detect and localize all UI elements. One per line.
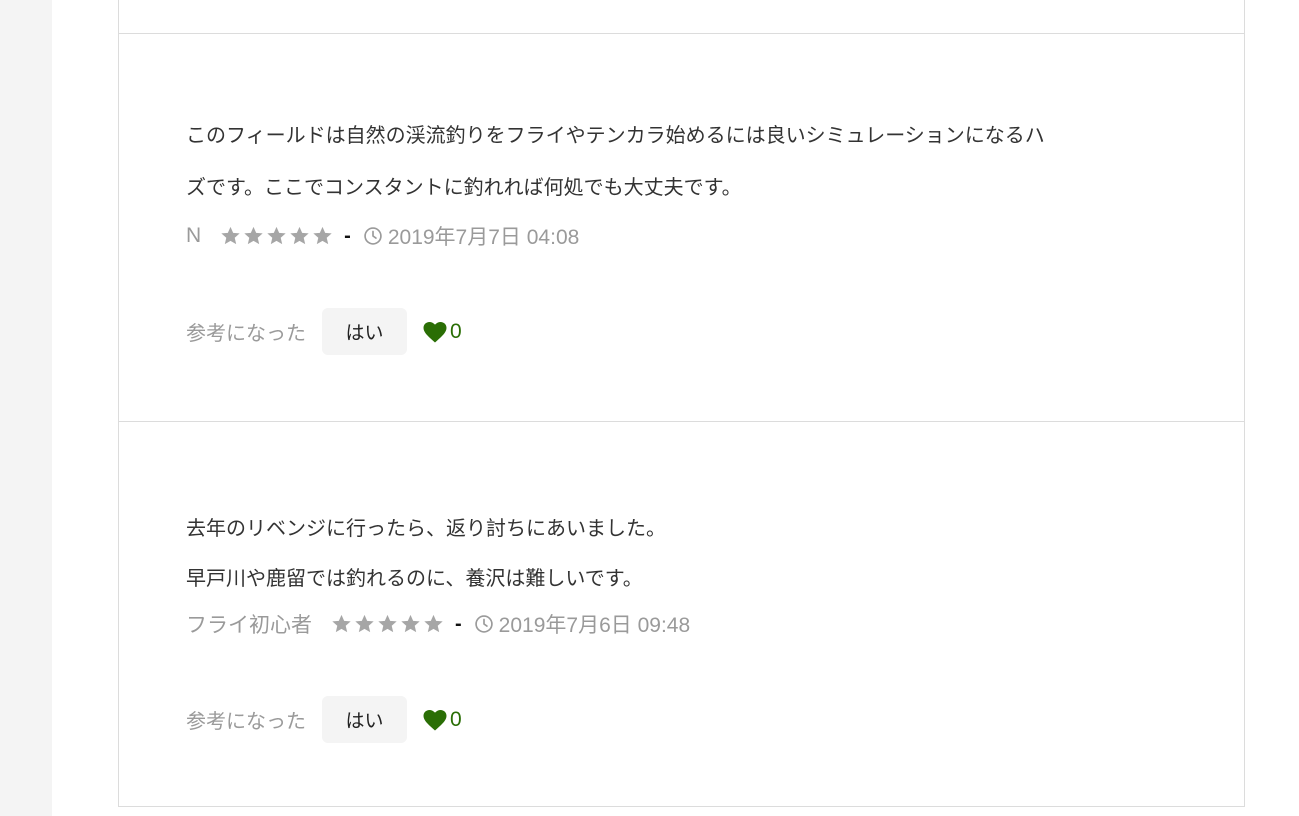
helpful-yes-button[interactable]: はい [322,696,407,743]
review-body-line: ズです。ここでコンスタントに釣れれば何処でも大丈夫です。 [186,175,742,199]
helpful-yes-button[interactable]: はい [322,308,407,355]
left-gutter [0,0,52,816]
star-icon [399,613,422,635]
review-date: 2019年7月7日 04:08 [387,226,580,249]
review-author: フライ初心者 [186,614,312,637]
review-item: 去年のリベンジに行ったら、返り討ちにあいました。 早戸川や鹿留では釣れるのに、養… [119,421,1244,808]
review-body: このフィールドは自然の渓流釣りをフライやテンカラ始めるには良いシミュレーションに… [186,109,1186,213]
star-rating [330,613,445,635]
star-rating [219,225,334,247]
review-list: このフィールドは自然の渓流釣りをフライやテンカラ始めるには良いシミュレーションに… [118,0,1245,807]
review-meta: N - 2019年7月7日 04:08 [186,221,579,251]
helpful-row: 参考になった はい 0 [186,308,462,355]
review-body-line: 早戸川や鹿留では釣れるのに、養沢は難しいです。 [186,566,643,590]
previous-review-tail [119,0,1244,34]
review-meta: フライ初心者 - 2019年7月6日 09:48 [186,609,690,639]
clock-icon [363,226,383,246]
like-count: 0 [450,707,462,731]
star-icon [422,613,445,635]
heart-icon [423,709,447,731]
star-icon [288,225,311,247]
review-body: 去年のリベンジに行ったら、返り討ちにあいました。 早戸川や鹿留では釣れるのに、養… [186,503,1186,603]
helpful-label: 参考になった [186,321,306,345]
star-icon [219,225,242,247]
review-author: N [186,224,202,247]
like-count: 0 [450,319,462,343]
star-icon [330,613,353,635]
heart-icon [423,321,447,343]
meta-separator: - [455,612,462,635]
review-body-line: このフィールドは自然の渓流釣りをフライやテンカラ始めるには良いシミュレーションに… [186,123,1045,147]
clock-icon [474,614,494,634]
star-icon [376,613,399,635]
helpful-label: 参考になった [186,709,306,733]
star-icon [353,613,376,635]
review-item: このフィールドは自然の渓流釣りをフライやテンカラ始めるには良いシミュレーションに… [119,34,1244,421]
meta-separator: - [344,224,351,247]
star-icon [311,225,334,247]
star-icon [265,225,288,247]
helpful-row: 参考になった はい 0 [186,696,462,743]
review-body-line: 去年のリベンジに行ったら、返り討ちにあいました。 [186,516,666,540]
star-icon [242,225,265,247]
review-date: 2019年7月6日 09:48 [498,614,691,637]
